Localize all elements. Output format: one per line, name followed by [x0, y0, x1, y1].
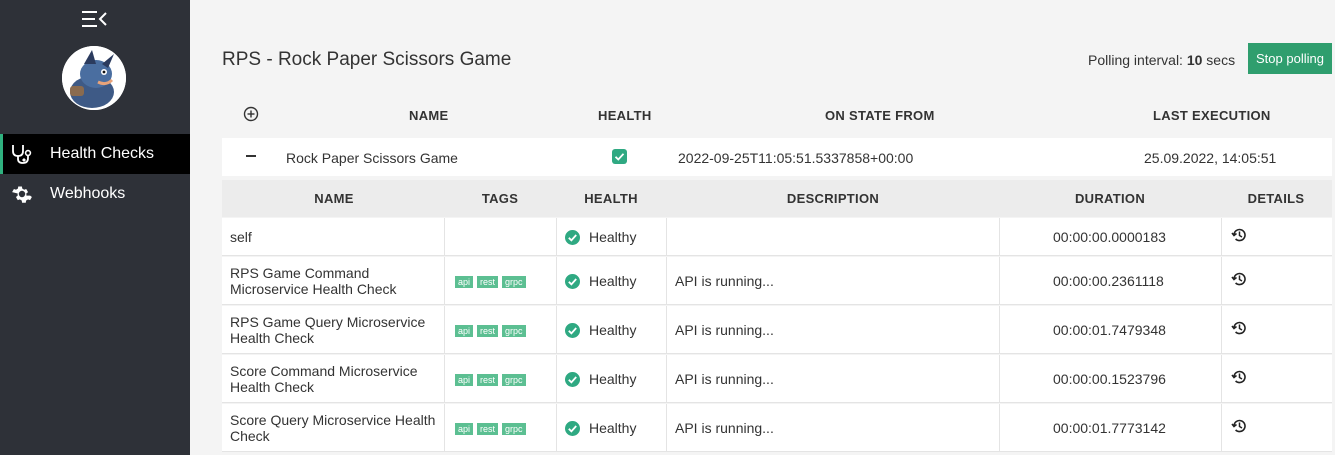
health-status: Healthy: [565, 322, 636, 338]
details-table-header: NAME TAGS HEALTH DESCRIPTION DURATION DE…: [222, 180, 1332, 217]
description: API is running...: [675, 371, 774, 387]
tag: grpc: [502, 374, 526, 386]
table-row[interactable]: Rock Paper Scissors Game 2022-09-25T11:0…: [222, 138, 1332, 176]
duration: 00:00:00.0000183: [1053, 229, 1166, 245]
gear-icon: [12, 186, 32, 203]
check-name: Score Query Microservice Health Check: [230, 412, 436, 444]
header-name: NAME: [314, 191, 354, 206]
last-execution: 25.09.2022, 14:05:51: [1144, 150, 1277, 166]
history-icon[interactable]: [1231, 227, 1247, 243]
on-state-from: 2022-09-25T11:05:51.5337858+00:00: [678, 150, 914, 166]
collapse-row-icon[interactable]: [243, 148, 259, 164]
table-row[interactable]: Score Query Microservice Health Check ap…: [222, 404, 1332, 452]
header-duration: DURATION: [1074, 191, 1146, 206]
duration: 00:00:01.7479348: [1053, 322, 1166, 338]
check-name: Score Command Microservice Health Check: [230, 363, 418, 395]
tag: api: [455, 374, 474, 386]
description: API is running...: [675, 322, 774, 338]
sidebar-item-label: Webhooks: [50, 185, 126, 202]
tag: rest: [477, 374, 499, 386]
description: API is running...: [675, 273, 774, 289]
header-name: NAME: [409, 108, 449, 123]
details-table: NAME TAGS HEALTH DESCRIPTION DURATION DE…: [222, 180, 1332, 455]
health-status: Healthy: [565, 420, 636, 436]
tag-list: api rest grpc: [455, 276, 526, 288]
header-health: HEALTH: [584, 191, 638, 206]
tag: rest: [477, 325, 499, 337]
top-table-header: NAME HEALTH ON STATE FROM LAST EXECUTION: [222, 96, 1332, 134]
mascot-logo-icon: [62, 46, 126, 110]
healthy-check-icon: [565, 322, 580, 338]
health-status: Healthy: [565, 273, 636, 289]
healthy-check-icon: [565, 229, 580, 245]
health-label: Healthy: [589, 322, 637, 338]
history-icon[interactable]: [1231, 320, 1247, 336]
healthy-check-icon: [565, 371, 580, 387]
check-name: RPS Game Query Microservice Health Check: [230, 314, 426, 346]
expand-all-icon[interactable]: [243, 106, 259, 122]
sidebar-item-health-checks[interactable]: Health Checks: [0, 134, 190, 174]
tag: api: [455, 423, 474, 435]
check-name: RPS Game Command Microservice Health Che…: [230, 265, 397, 297]
stethoscope-icon: [12, 145, 32, 164]
duration: 00:00:00.2361118: [1053, 273, 1164, 289]
tag: grpc: [502, 423, 526, 435]
healthy-check-icon: [565, 420, 580, 436]
service-name: Rock Paper Scissors Game: [286, 150, 458, 166]
header-description: DESCRIPTION: [786, 191, 880, 206]
polling-label: Polling interval:: [1088, 52, 1183, 68]
sidebar-item-label: Health Checks: [50, 145, 155, 162]
table-row[interactable]: RPS Game Query Microservice Health Check…: [222, 306, 1332, 354]
tag-list: api rest grpc: [455, 374, 526, 386]
sidebar: Health Checks Webhooks: [0, 0, 190, 455]
tag: grpc: [502, 325, 526, 337]
health-label: Healthy: [589, 420, 637, 436]
tag: api: [455, 325, 474, 337]
tag-list: api rest grpc: [455, 423, 526, 435]
header-last-execution: LAST EXECUTION: [1153, 108, 1271, 123]
polling-value: 10: [1186, 52, 1203, 68]
tag: rest: [477, 423, 499, 435]
header-details: DETAILS: [1247, 191, 1305, 206]
tag: grpc: [502, 276, 526, 288]
duration: 00:00:00.1523796: [1053, 371, 1166, 387]
health-status: Healthy: [565, 229, 636, 245]
description: API is running...: [675, 420, 774, 436]
menu-collapse-icon[interactable]: [82, 9, 108, 29]
healthy-check-icon: [565, 273, 580, 289]
history-icon[interactable]: [1231, 418, 1247, 434]
sidebar-item-webhooks[interactable]: Webhooks: [0, 174, 190, 214]
table-row[interactable]: self Healthy 00:00:00.0000183: [222, 218, 1332, 256]
polling-interval: Polling interval: 10 secs: [1088, 52, 1235, 68]
check-name: self: [230, 229, 252, 245]
header-health: HEALTH: [598, 108, 652, 123]
tag-list: api rest grpc: [455, 325, 526, 337]
health-label: Healthy: [589, 229, 637, 245]
table-row[interactable]: RPS Game Command Microservice Health Che…: [222, 257, 1332, 305]
health-label: Healthy: [589, 273, 637, 289]
tag: rest: [477, 276, 499, 288]
table-row[interactable]: Score Command Microservice Health Check …: [222, 355, 1332, 403]
tag: api: [455, 276, 474, 288]
duration: 00:00:01.7773142: [1053, 420, 1166, 436]
header-tags: TAGS: [481, 191, 519, 206]
history-icon[interactable]: [1231, 369, 1247, 385]
history-icon[interactable]: [1231, 271, 1247, 287]
health-status: Healthy: [565, 371, 636, 387]
polling-unit: secs: [1206, 52, 1236, 68]
avatar: [62, 46, 126, 110]
stop-polling-button[interactable]: Stop polling: [1248, 43, 1332, 74]
header-on-state-from: ON STATE FROM: [825, 108, 935, 123]
page-title: RPS - Rock Paper Scissors Game: [222, 49, 512, 70]
health-label: Healthy: [589, 371, 637, 387]
healthy-check-icon: [612, 149, 627, 164]
